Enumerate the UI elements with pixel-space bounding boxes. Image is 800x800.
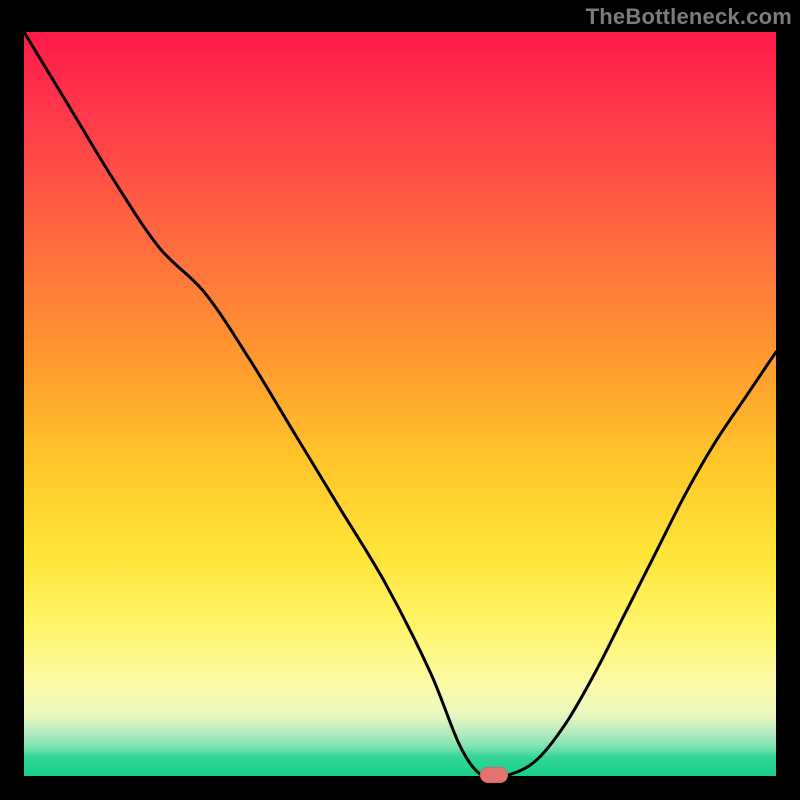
chart-plot-area bbox=[24, 32, 776, 776]
chart-svg bbox=[24, 32, 776, 776]
watermark-text: TheBottleneck.com bbox=[586, 4, 792, 30]
minimum-point-marker bbox=[480, 767, 508, 783]
chart-background-gradient bbox=[24, 32, 776, 776]
